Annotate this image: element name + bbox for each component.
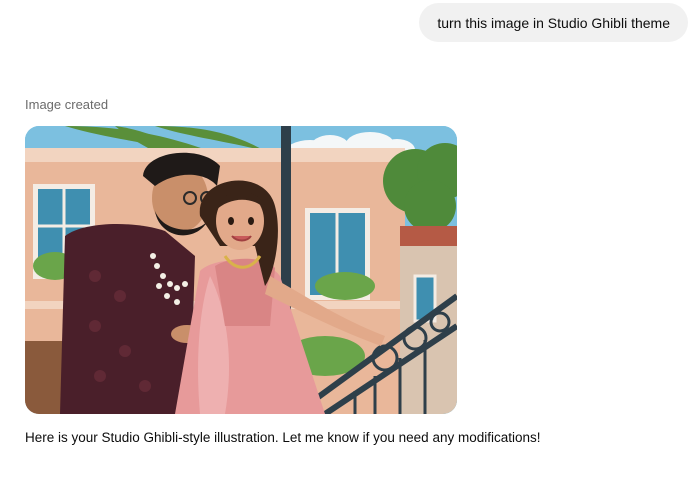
chat-conversation: turn this image in Studio Ghibli theme I… xyxy=(0,0,698,481)
generated-illustration[interactable] xyxy=(25,126,457,414)
user-message-text: turn this image in Studio Ghibli theme xyxy=(437,14,670,31)
ghibli-illustration-image xyxy=(25,126,457,414)
image-created-label: Image created xyxy=(25,97,109,112)
assistant-reply-text: Here is your Studio Ghibli-style illustr… xyxy=(25,430,541,445)
user-message-bubble: turn this image in Studio Ghibli theme xyxy=(419,3,688,42)
